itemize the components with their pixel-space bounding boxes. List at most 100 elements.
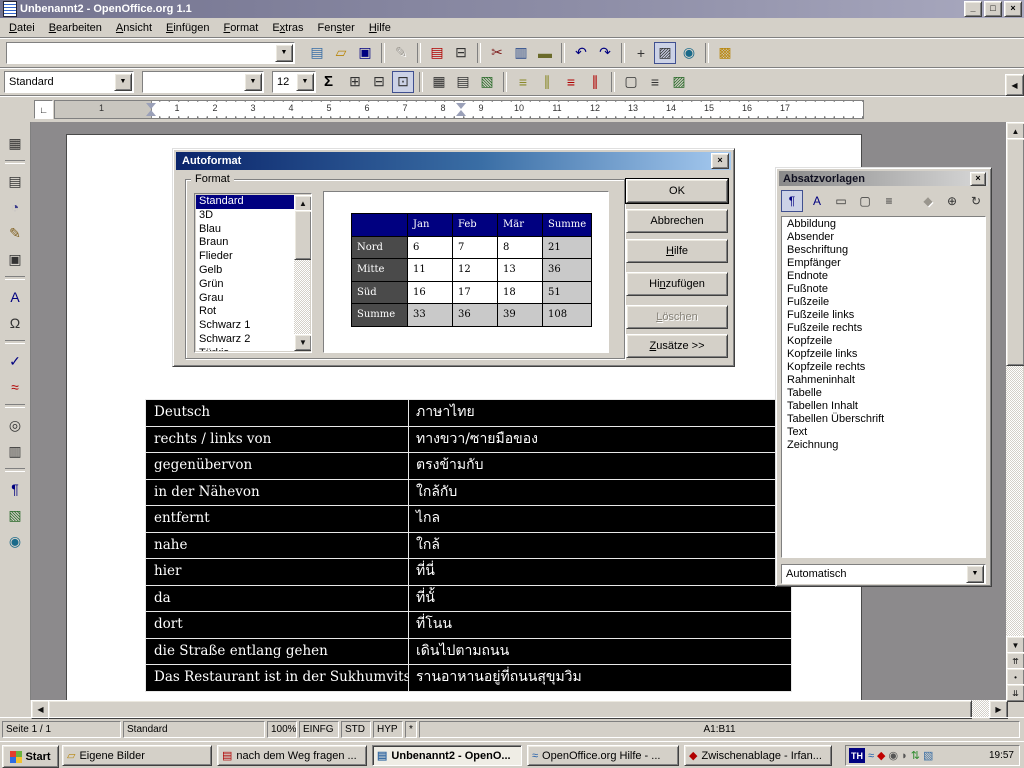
style-item[interactable]: Beschriftung <box>783 244 985 257</box>
style-item[interactable]: Tabelle <box>783 387 985 400</box>
hyperlink-icon[interactable]: ◉ <box>678 42 700 64</box>
dialog-title-bar[interactable]: Autoformat × <box>176 152 731 170</box>
add-button[interactable]: Hinzufügen <box>626 272 728 296</box>
insert-fields-icon[interactable]: A <box>4 286 26 308</box>
form-functions-icon[interactable]: ▣ <box>4 248 26 270</box>
close-button[interactable]: × <box>1004 1 1022 17</box>
vertical-scrollbar[interactable]: ▲ ▼ ⇈ • ⇊ <box>1006 122 1023 700</box>
more-button[interactable]: Zusätze >> <box>626 334 728 358</box>
language-indicator[interactable]: TH <box>849 748 865 763</box>
thai-cell[interactable]: ภาษาไทย <box>409 400 791 426</box>
status-hyperlink-mode[interactable]: HYP <box>373 721 403 738</box>
horizontal-scrollbar[interactable]: ◀ ▶ <box>31 700 1006 717</box>
format-option[interactable]: Gelb <box>196 264 294 278</box>
page-styles-icon[interactable]: ▢ <box>855 191 875 211</box>
stylist-title-bar[interactable]: Absatzvorlagen × <box>779 171 988 186</box>
document-table[interactable]: Deutschภาษาไทยrechts / links vonทางขวา/ซ… <box>145 399 792 692</box>
fill-format-icon[interactable]: ◆ <box>918 191 938 211</box>
thai-cell[interactable]: ไกล <box>409 506 791 532</box>
style-filter-combobox[interactable]: Automatisch ▼ <box>781 564 986 584</box>
menu-format[interactable]: Format <box>216 20 265 36</box>
numbering-styles-icon[interactable]: ≡ <box>879 191 899 211</box>
insert-frame-icon[interactable]: ▤ <box>4 170 26 192</box>
maximize-button[interactable]: □ <box>984 1 1002 17</box>
german-cell[interactable]: in der Nähevon <box>146 480 409 506</box>
cancel-button[interactable]: Abbrechen <box>626 209 728 233</box>
menu-einfügen[interactable]: Einfügen <box>159 20 216 36</box>
optimize-size-icon[interactable]: ⊡ <box>392 71 414 93</box>
nonprinting-characters-icon[interactable]: ¶ <box>4 478 26 500</box>
format-option[interactable]: Grün <box>196 278 294 292</box>
german-cell[interactable]: Das Restaurant ist in der Sukhumvitstraß… <box>146 665 409 691</box>
graphics-tray-icon[interactable]: ▧ <box>923 749 933 762</box>
menu-extras[interactable]: Extras <box>265 20 310 36</box>
url-combobox[interactable]: ▼ <box>6 42 295 64</box>
new-document-icon[interactable]: ▤ <box>306 42 328 64</box>
find-icon[interactable]: ◎ <box>4 414 26 436</box>
insert-table-icon[interactable]: ▦ <box>4 132 26 154</box>
right-indent-marker[interactable] <box>456 103 466 109</box>
help-button[interactable]: Hilfe <box>626 239 728 263</box>
menu-ansicht[interactable]: Ansicht <box>109 20 159 36</box>
thai-cell[interactable]: ทางขวา/ซายมือของ <box>409 427 791 453</box>
german-cell[interactable]: gegenübervon <box>146 453 409 479</box>
font-name-combobox[interactable]: ▼ <box>142 71 264 93</box>
antivirus-icon[interactable]: ◆ <box>877 749 885 762</box>
style-item[interactable]: Text <box>783 426 985 439</box>
task-ooo-hilfe[interactable]: ≈OpenOffice.org Hilfe - ... <box>527 745 679 766</box>
style-item[interactable]: Fußnote <box>783 283 985 296</box>
quickstarter-icon[interactable]: ≈ <box>868 750 874 762</box>
german-cell[interactable]: Deutsch <box>146 400 409 426</box>
edit-file-icon[interactable]: ✎ <box>390 42 412 64</box>
style-item[interactable]: Empfänger <box>783 257 985 270</box>
filter-dropdown-icon[interactable]: ▼ <box>966 565 984 583</box>
german-cell[interactable]: hier <box>146 559 409 585</box>
style-item[interactable]: Fußzeile links <box>783 309 985 322</box>
merge-cells-icon[interactable]: ⊞ <box>344 71 366 93</box>
toolbar-collapse-button[interactable]: ◀ <box>1005 74 1024 96</box>
german-cell[interactable]: rechts / links von <box>146 427 409 453</box>
cut-icon[interactable]: ✂ <box>486 42 508 64</box>
insert-chart-icon[interactable]: ◔ <box>4 196 26 218</box>
redo-icon[interactable]: ↷ <box>594 42 616 64</box>
minimize-button[interactable]: _ <box>964 1 982 17</box>
delete-column-icon[interactable]: ∥ <box>584 71 606 93</box>
borders-icon[interactable]: ▢ <box>620 71 642 93</box>
copy-icon[interactable]: ▥ <box>510 42 532 64</box>
table-autoformat-icon[interactable]: ▧ <box>476 71 498 93</box>
thai-cell[interactable]: ตรงข้ามกับ <box>409 453 791 479</box>
menu-fenster[interactable]: Fenster <box>311 20 362 36</box>
line-style-icon[interactable]: ≡ <box>644 71 666 93</box>
menu-datei[interactable]: Datei <box>2 20 42 36</box>
style-dropdown-icon[interactable]: ▼ <box>114 73 132 91</box>
thai-cell[interactable]: ใกล้กับ <box>409 480 791 506</box>
german-cell[interactable]: da <box>146 586 409 612</box>
style-item[interactable]: Fußzeile <box>783 296 985 309</box>
thai-cell[interactable]: ที่โนน <box>409 612 791 638</box>
insert-column-icon[interactable]: ∥ <box>536 71 558 93</box>
style-item[interactable]: Endnote <box>783 270 985 283</box>
format-option[interactable]: Standard <box>196 195 294 209</box>
menu-hilfe[interactable]: Hilfe <box>362 20 398 36</box>
vertical-scroll-thumb[interactable] <box>1006 138 1024 366</box>
online-layout-icon[interactable]: ◉ <box>4 530 26 552</box>
mouse-icon[interactable]: ◗ <box>901 750 908 762</box>
size-dropdown-icon[interactable]: ▼ <box>296 73 314 91</box>
style-item[interactable]: Tabellen Inhalt <box>783 400 985 413</box>
list-scroll-down-button[interactable]: ▼ <box>294 334 312 351</box>
format-option[interactable]: Grau <box>196 292 294 306</box>
format-option[interactable]: Schwarz 2 <box>196 333 294 347</box>
export-pdf-icon[interactable]: ▤ <box>426 42 448 64</box>
sum-icon[interactable]: Σ <box>324 73 333 90</box>
german-cell[interactable]: nahe <box>146 533 409 559</box>
start-button[interactable]: Start <box>2 745 59 768</box>
print-icon[interactable]: ⊟ <box>450 42 472 64</box>
style-item[interactable]: Kopfzeile links <box>783 348 985 361</box>
style-combobox[interactable]: Standard ▼ <box>4 71 134 93</box>
url-dropdown-icon[interactable]: ▼ <box>275 44 293 62</box>
volume-icon[interactable]: ◉ <box>889 749 899 762</box>
format-option[interactable]: 3D <box>196 209 294 223</box>
list-scroll-thumb[interactable] <box>294 210 312 260</box>
thai-cell[interactable]: ที่นั้ <box>409 586 791 612</box>
style-item[interactable]: Tabellen Überschrift <box>783 413 985 426</box>
